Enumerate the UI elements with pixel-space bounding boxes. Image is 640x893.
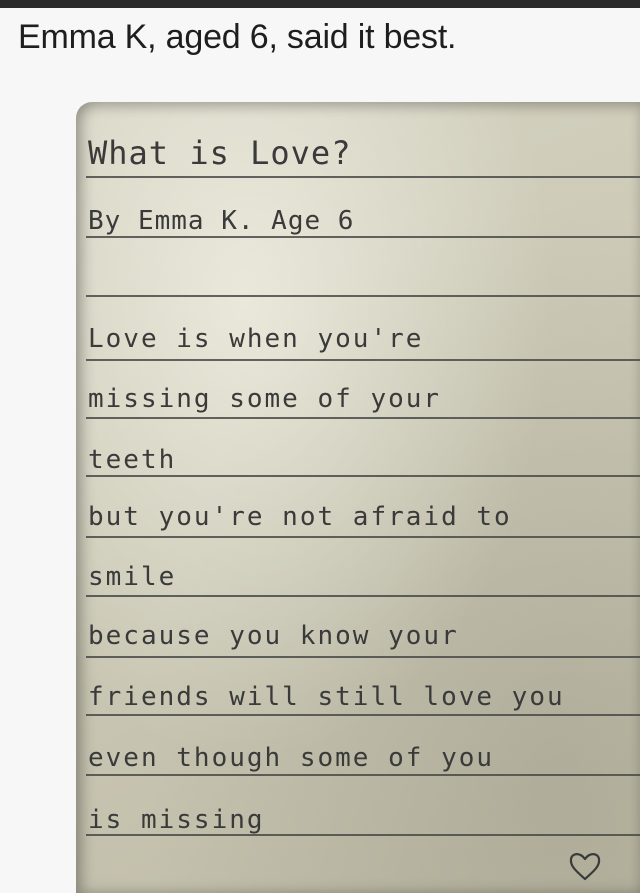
note-byline: By Emma K. Age 6 xyxy=(88,206,355,236)
note-line: Love is when you're xyxy=(88,324,424,354)
ruled-line xyxy=(86,714,640,716)
post-caption: Emma K, aged 6, said it best. xyxy=(18,18,457,56)
ruled-line xyxy=(86,236,640,238)
handwritten-note-photo: What is Love? By Emma K. Age 6 Love is w… xyxy=(76,102,640,893)
ruled-line xyxy=(86,475,640,477)
note-line: friends will still love you xyxy=(88,682,565,712)
note-line: missing some of your xyxy=(88,384,442,414)
top-bar xyxy=(0,0,640,8)
ruled-line xyxy=(86,656,640,658)
note-line: is missing xyxy=(88,805,265,835)
note-line: smile xyxy=(88,562,177,592)
note-line: even though some of you xyxy=(88,743,495,773)
ruled-line xyxy=(86,595,640,597)
ruled-line xyxy=(86,417,640,419)
ruled-line xyxy=(86,295,640,297)
ruled-line xyxy=(86,176,640,178)
note-line: because you know your xyxy=(88,621,459,651)
note-line: but you're not afraid to xyxy=(88,502,512,532)
ruled-line xyxy=(86,774,640,776)
note-title: What is Love? xyxy=(88,134,352,172)
note-line: teeth xyxy=(88,445,177,475)
ruled-line xyxy=(86,536,640,538)
heart-outline-icon xyxy=(569,853,601,881)
ruled-line xyxy=(86,359,640,361)
ruled-line xyxy=(86,834,640,836)
